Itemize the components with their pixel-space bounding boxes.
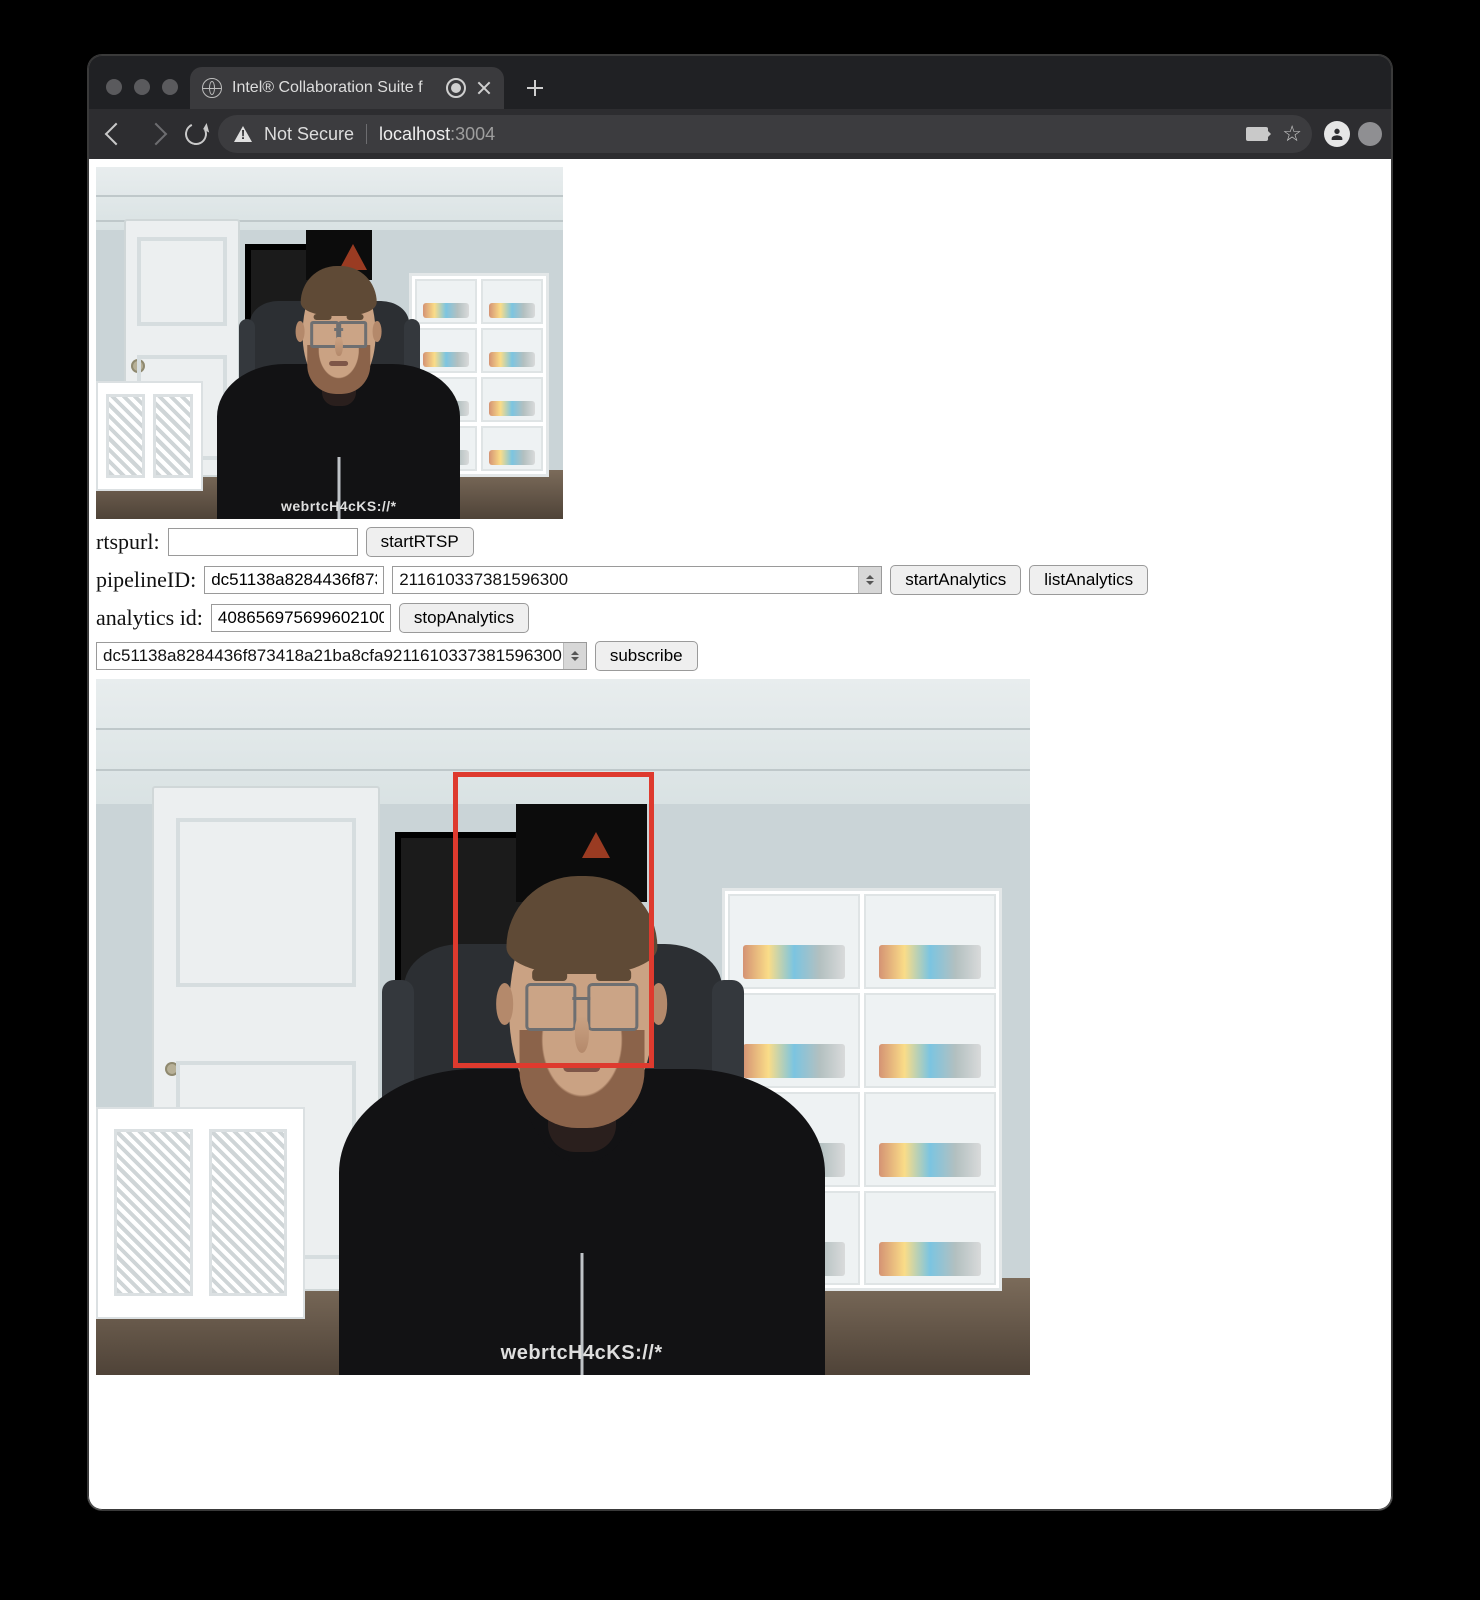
- browser-tab[interactable]: Intel® Collaboration Suite f: [190, 67, 504, 109]
- address-bar[interactable]: Not Secure localhost:3004 ☆: [218, 115, 1312, 153]
- start-analytics-button[interactable]: startAnalytics: [890, 565, 1021, 595]
- window-max-dot[interactable]: [162, 79, 178, 95]
- stop-analytics-button[interactable]: stopAnalytics: [399, 603, 529, 633]
- analytics-video-output: webrtcH4cKS://*: [96, 679, 1030, 1375]
- face-detection-overlay: [453, 772, 654, 1067]
- pipeline-id-label: pipelineID:: [96, 567, 196, 593]
- subscribe-stream-select[interactable]: dc51138a8284436f873418a21ba8cfa921161033…: [96, 642, 587, 670]
- plus-icon: [527, 80, 543, 96]
- url-host: localhost: [379, 124, 450, 144]
- start-rtsp-button[interactable]: startRTSP: [366, 527, 474, 557]
- tab-close-icon[interactable]: [476, 80, 492, 96]
- browser-window: Intel® Collaboration Suite f Not Secure …: [88, 55, 1392, 1510]
- profile-button[interactable]: [1324, 121, 1350, 147]
- local-video-preview: webrtcH4cKS://*: [96, 167, 563, 519]
- user-icon: [1329, 126, 1345, 142]
- pipeline-id-input[interactable]: [204, 566, 384, 594]
- page-content: webrtcH4cKS://*: [88, 159, 1392, 1510]
- subscribe-row: dc51138a8284436f873418a21ba8cfa921161033…: [96, 641, 1384, 671]
- hoodie-logo-small: webrtcH4cKS://*: [281, 499, 397, 513]
- rtspurl-label: rtspurl:: [96, 529, 160, 555]
- rtspurl-row: rtspurl: startRTSP: [96, 527, 1384, 557]
- arrow-left-icon: [105, 123, 128, 146]
- nav-forward-button[interactable]: [138, 116, 174, 152]
- hoodie-logo-large: webrtcH4cKS://*: [501, 1343, 663, 1363]
- analytics-id-label: analytics id:: [96, 605, 203, 631]
- tab-strip: Intel® Collaboration Suite f: [88, 55, 1392, 109]
- pipeline-stream-select-value: 211610337381596300: [399, 570, 568, 590]
- arrow-right-icon: [145, 123, 168, 146]
- analytics-id-row: analytics id: stopAnalytics: [96, 603, 1384, 633]
- extension-dot-icon[interactable]: [1358, 122, 1382, 146]
- subscribe-stream-select-value: dc51138a8284436f873418a21ba8cfa921161033…: [103, 646, 562, 666]
- reload-button[interactable]: [178, 116, 214, 152]
- security-status: Not Secure: [264, 124, 354, 145]
- chevron-updown-icon: [858, 567, 881, 593]
- camera-permission-icon[interactable]: [1246, 127, 1268, 141]
- tab-title: Intel® Collaboration Suite f: [232, 79, 436, 97]
- globe-icon: [202, 78, 222, 98]
- chevron-updown-icon: [563, 643, 586, 669]
- recording-indicator-icon: [446, 78, 466, 98]
- rtspurl-input[interactable]: [168, 528, 358, 556]
- nav-back-button[interactable]: [98, 116, 134, 152]
- list-analytics-button[interactable]: listAnalytics: [1029, 565, 1148, 595]
- window-controls: [98, 79, 190, 109]
- screenshot-root: Intel® Collaboration Suite f Not Secure …: [0, 0, 1480, 1600]
- address-separator: [366, 124, 367, 144]
- bookmark-star-icon[interactable]: ☆: [1282, 123, 1302, 145]
- pipeline-row: pipelineID: 211610337381596300 startAnal…: [96, 565, 1384, 595]
- window-min-dot[interactable]: [134, 79, 150, 95]
- analytics-id-input[interactable]: [211, 604, 391, 632]
- new-tab-button[interactable]: [518, 71, 552, 105]
- browser-toolbar: Not Secure localhost:3004 ☆: [88, 109, 1392, 159]
- url-port: :3004: [450, 124, 495, 144]
- pipeline-stream-select[interactable]: 211610337381596300: [392, 566, 882, 594]
- reload-icon: [182, 120, 210, 148]
- subscribe-button[interactable]: subscribe: [595, 641, 698, 671]
- toolbar-right: [1324, 121, 1382, 147]
- window-close-dot[interactable]: [106, 79, 122, 95]
- not-secure-warning-icon: [234, 126, 252, 142]
